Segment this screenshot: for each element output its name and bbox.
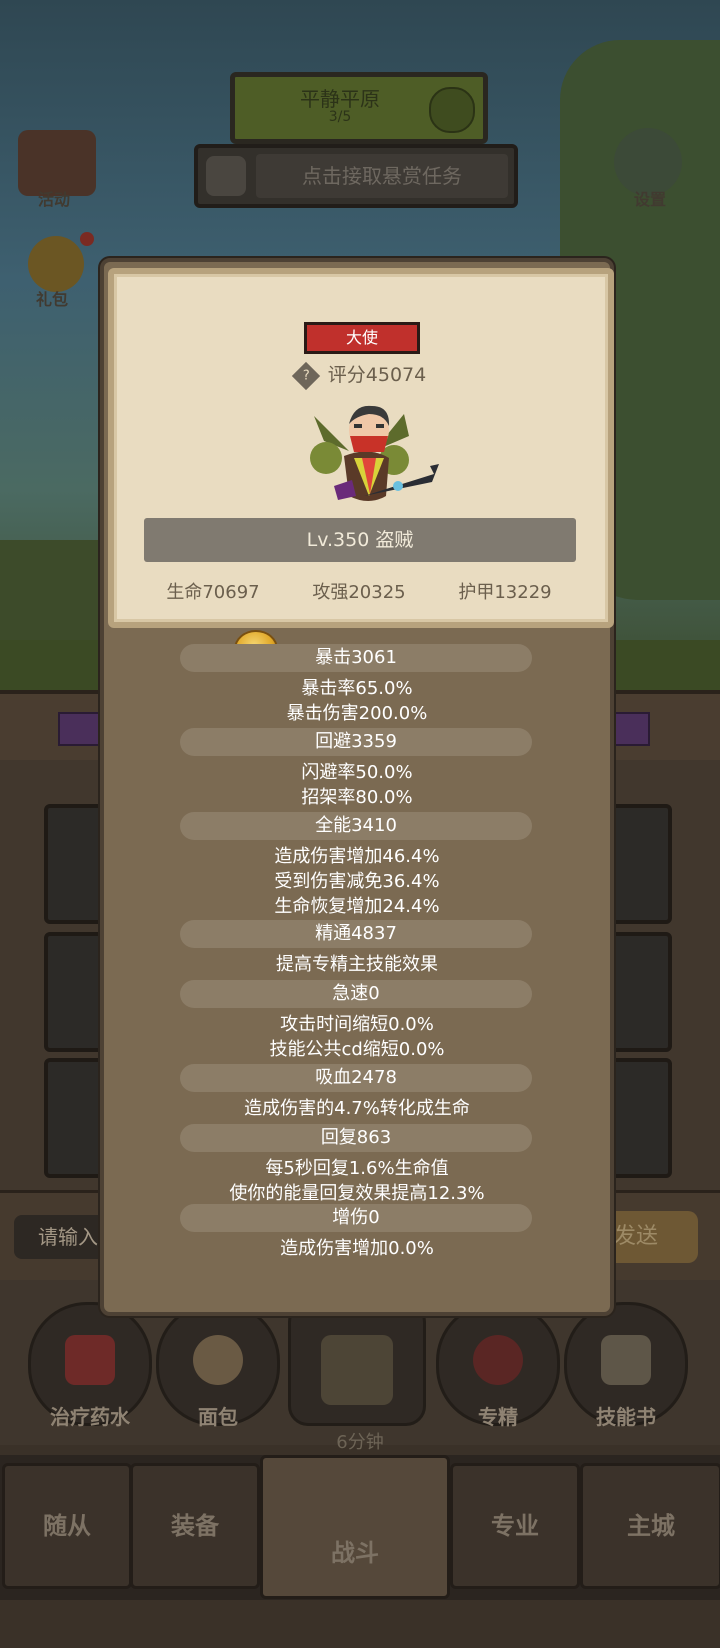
attr-line: 使你的能量回复效果提高12.3% [229,1183,485,1204]
armor-stat: 护甲13229 [458,582,552,603]
attr-mastery-title: 精通4837 [180,920,532,948]
character-detail-modal: 大使 ? 评分45074 Lv.350 盗贼 生命70697 攻强20325 护… [100,258,614,1316]
attr-leech-title: 吸血2478 [180,1064,532,1092]
attr-line: 技能公共cd缩短0.0% [269,1039,445,1060]
chest-icon [321,1335,393,1405]
attr-line: 每5秒回复1.6%生命值 [265,1158,449,1179]
gift-label: 礼包 [36,290,69,309]
refresh-icon[interactable] [429,87,475,133]
character-card: 大使 ? 评分45074 Lv.350 盗贼 生命70697 攻强20325 护… [108,268,614,628]
zone-progress: 3/5 [328,109,352,125]
score-text: 评分45074 [327,364,427,386]
settings-label: 设置 [634,190,667,209]
rank-badge: 大使 [304,322,420,354]
attr-line: 造成伤害增加46.4% [274,846,440,867]
hp-stat: 生命70697 [166,582,260,603]
attr-damage-bonus-title: 增伤0 [180,1204,532,1232]
specialization-button[interactable]: 专精 [436,1302,560,1429]
attr-line: 暴击率65.0% [301,678,413,699]
zone-banner[interactable]: 平静平原 3/5 [230,72,488,144]
gift-coin-icon[interactable] [28,236,84,292]
attack-power-stat: 攻强20325 [312,582,406,603]
attr-line: 造成伤害的4.7%转化成生命 [244,1098,470,1119]
attr-line: 闪避率50.0% [301,762,413,783]
attr-regen-title: 回复863 [180,1124,532,1152]
attr-avoidance-title: 回避3359 [180,728,532,756]
bottom-nav: 随从 装备 战斗 专业 主城 [0,1455,720,1600]
attr-haste-title: 急速0 [180,980,532,1008]
skill-book-label: 技能书 [596,1405,656,1429]
potion-icon [65,1335,115,1385]
healing-potion-label: 治疗药水 [50,1405,130,1429]
notification-dot-icon [80,232,94,246]
tab-profession[interactable]: 专业 [450,1463,580,1589]
target-icon [473,1335,523,1385]
attr-crit-title: 暴击3061 [180,644,532,672]
quest-label: 点击接取悬赏任务 [256,154,508,198]
help-icon[interactable]: ? [291,361,320,390]
zone-title: 平静平原 [300,87,380,111]
attr-line: 攻击时间缩短0.0% [280,1014,434,1035]
tab-equipment[interactable]: 装备 [130,1463,260,1589]
tab-main-city[interactable]: 主城 [580,1463,720,1589]
skill-book-button[interactable]: 技能书 [564,1302,688,1429]
activity-label: 活动 [38,190,71,209]
bread-label: 面包 [198,1405,238,1429]
treasure-chest-button[interactable] [288,1302,426,1426]
send-button[interactable]: 发送 [606,1211,698,1263]
attr-line: 暴击伤害200.0% [286,703,428,724]
rogue-avatar-icon [310,405,439,501]
specialization-label: 专精 [478,1405,518,1429]
attr-line: 招架率80.0% [301,787,413,808]
exclamation-icon [206,156,246,196]
chest-timer: 6分钟 [336,1432,384,1453]
attr-versatility-title: 全能3410 [180,812,532,840]
attr-line: 受到伤害减免36.4% [274,871,440,892]
tab-followers[interactable]: 随从 [2,1463,132,1589]
score-row: ? 评分45074 [114,360,608,390]
attr-line: 提高专精主技能效果 [276,954,438,975]
healing-potion-button[interactable]: 治疗药水 [28,1302,152,1429]
bread-button[interactable]: 面包 [156,1302,280,1429]
attr-line: 造成伤害增加0.0% [280,1238,434,1259]
attr-line: 生命恢复增加24.4% [274,896,440,917]
book-icon [601,1335,651,1385]
tab-battle[interactable]: 战斗 [260,1455,450,1599]
chat-input[interactable]: 请输入 [14,1215,110,1259]
level-class-bar: Lv.350 盗贼 [144,518,576,562]
quest-button[interactable]: 点击接取悬赏任务 [194,144,518,208]
bread-icon [193,1335,243,1385]
